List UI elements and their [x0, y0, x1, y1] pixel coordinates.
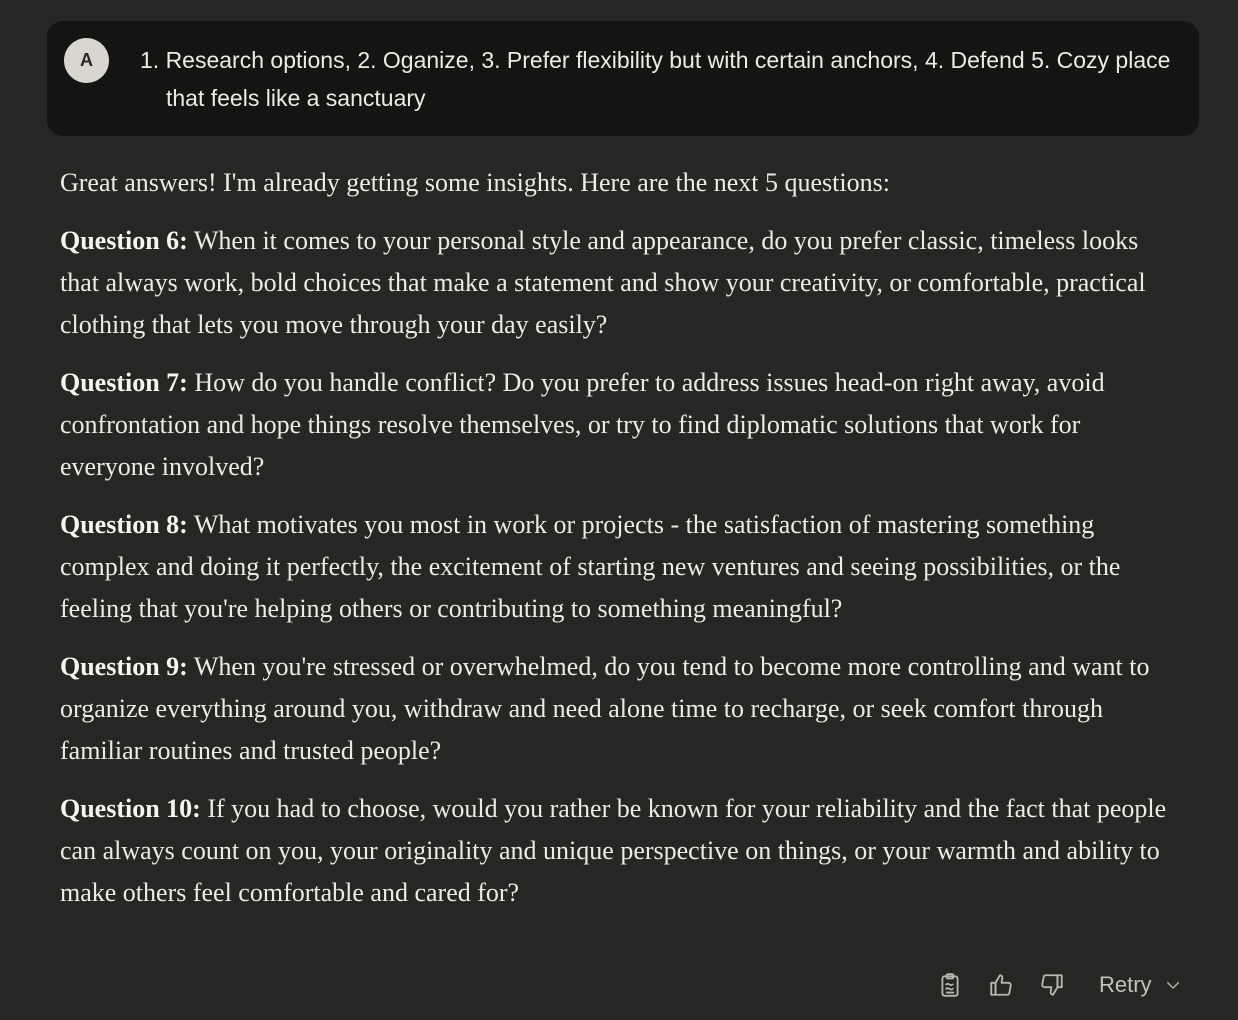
- question-label: Question 8:: [60, 510, 188, 539]
- chevron-down-icon: [1166, 982, 1179, 989]
- thumbs-down-button[interactable]: [1032, 965, 1072, 1005]
- retry-label: Retry: [1099, 972, 1152, 997]
- question-label: Question 6:: [60, 226, 188, 255]
- user-avatar: A: [64, 38, 109, 83]
- avatar-letter: A: [80, 50, 93, 70]
- question-paragraph: Question 7: How do you handle conflict? …: [60, 362, 1170, 488]
- question-paragraph: Question 8: What motivates you most in w…: [60, 504, 1170, 630]
- clipboard-icon: [941, 973, 959, 997]
- copy-button[interactable]: [930, 965, 970, 1005]
- thumbs-up-icon: [990, 974, 1012, 996]
- question-paragraph: Question 10: If you had to choose, would…: [60, 788, 1170, 914]
- response-intro: Great answers! I'm already getting some …: [60, 168, 890, 197]
- question-text: How do you handle conflict? Do you prefe…: [60, 368, 1105, 481]
- user-message-text: 1. Research options, 2. Oganize, 3. Pref…: [140, 47, 1171, 111]
- question-label: Question 7:: [60, 368, 188, 397]
- question-text: If you had to choose, would you rather b…: [60, 794, 1167, 907]
- assistant-response: Great answers! I'm already getting some …: [60, 162, 1170, 930]
- thumbs-down-icon: [1041, 974, 1063, 996]
- question-label: Question 9:: [60, 652, 188, 681]
- retry-button[interactable]: Retry: [1099, 972, 1182, 998]
- question-text: What motivates you most in work or proje…: [60, 510, 1121, 623]
- question-label: Question 10:: [60, 794, 201, 823]
- question-text: When you're stressed or overwhelmed, do …: [60, 652, 1150, 765]
- user-message: A 1. Research options, 2. Oganize, 3. Pr…: [47, 21, 1199, 136]
- question-paragraph: Question 6: When it comes to your person…: [60, 220, 1170, 346]
- question-paragraph: Question 9: When you're stressed or over…: [60, 646, 1170, 772]
- message-actions: Retry: [930, 962, 1182, 1008]
- question-text: When it comes to your personal style and…: [60, 226, 1146, 339]
- thumbs-up-button[interactable]: [981, 965, 1021, 1005]
